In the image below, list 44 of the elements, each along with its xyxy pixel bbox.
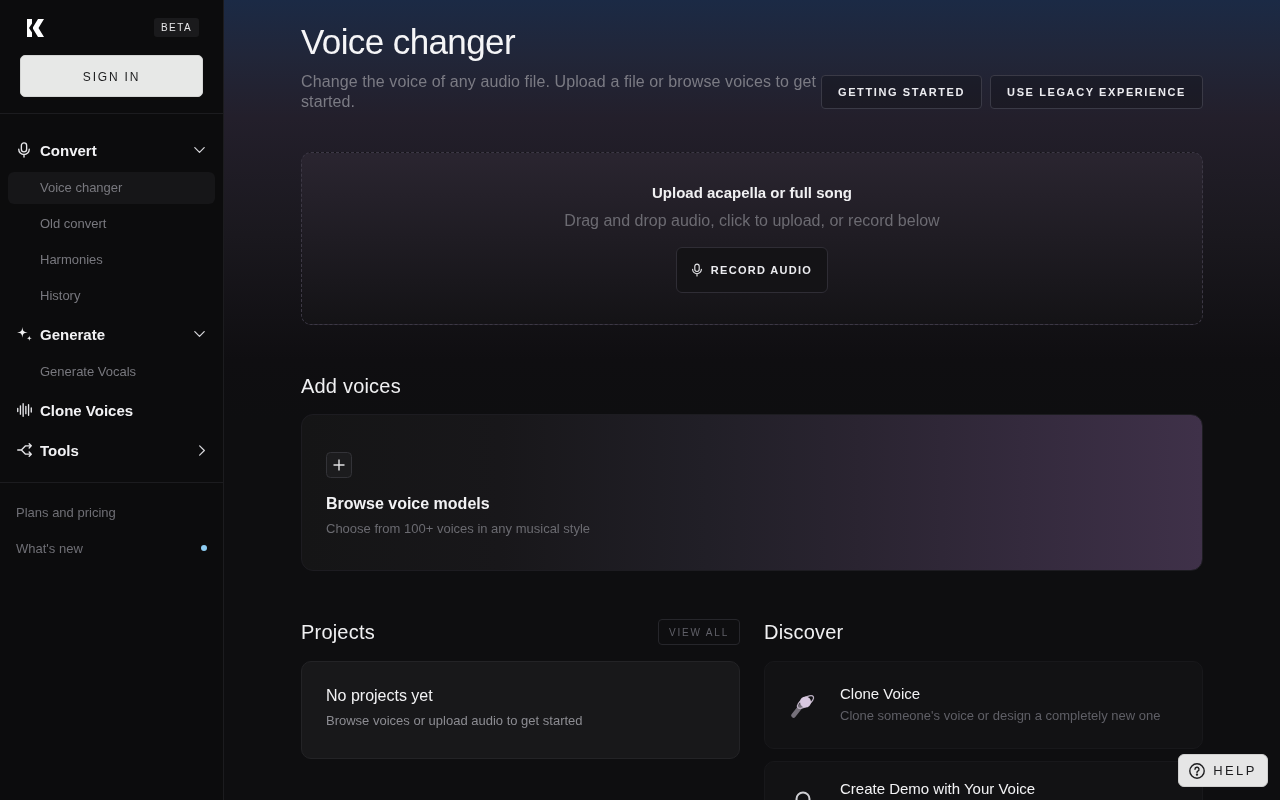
plus-icon bbox=[326, 452, 352, 478]
section-heading: Discover bbox=[764, 620, 844, 644]
waveform-icon bbox=[16, 403, 32, 417]
page-title: Voice changer bbox=[301, 21, 517, 63]
nav-group-toggle[interactable]: Tools bbox=[8, 430, 215, 470]
discover-card[interactable]: Create Demo with Your Voice bbox=[764, 761, 1203, 800]
sidebar-link[interactable]: What's new bbox=[16, 530, 207, 566]
sidebar-link[interactable]: Plans and pricing bbox=[16, 494, 207, 530]
upload-dropzone[interactable]: Upload acapella or full song Drag and drop audio, click to upload, or record below RECORD AUDIO bbox=[301, 152, 1203, 325]
browse-voices-card[interactable]: Browse voice models Choose from 100+ voices in any musical style bbox=[301, 414, 1203, 571]
discover-card[interactable]: Clone Voice Clone someone's voice or design a completely new one bbox=[764, 661, 1203, 749]
getting-started-button[interactable]: GETTING STARTED bbox=[821, 75, 983, 109]
card-description: Choose from 100+ voices in any musical style bbox=[326, 520, 592, 538]
nav-item[interactable]: Voice changer bbox=[8, 172, 215, 204]
section-heading: Add voices bbox=[301, 374, 402, 398]
nav-item[interactable]: Old convert bbox=[8, 208, 215, 240]
nav-group-toggle[interactable]: Convert bbox=[8, 130, 215, 170]
nav-group-toggle[interactable]: Generate bbox=[8, 314, 215, 354]
microphone-icon bbox=[691, 263, 702, 277]
empty-state-description: Browse voices or upload audio to get started bbox=[326, 712, 584, 730]
empty-state-title: No projects yet bbox=[326, 686, 434, 706]
legacy-experience-button[interactable]: USE LEGACY EXPERIENCE bbox=[990, 75, 1203, 109]
upload-title: Upload acapella or full song bbox=[651, 183, 852, 203]
nav-link[interactable]: Clone Voices bbox=[8, 390, 215, 430]
help-icon bbox=[1189, 762, 1206, 779]
microphone-icon bbox=[18, 142, 30, 158]
nav-item[interactable]: Generate Vocals bbox=[8, 356, 215, 388]
card-title: Clone Voice bbox=[840, 684, 922, 704]
section-heading: Projects bbox=[301, 620, 375, 644]
card-title: Browse voice models bbox=[326, 494, 491, 514]
record-audio-button[interactable]: RECORD AUDIO bbox=[675, 247, 829, 293]
page-subtitle: Change the voice of any audio file. Upload a file or browse voices to get started. bbox=[301, 72, 818, 112]
sparkles-icon bbox=[16, 327, 32, 341]
beta-badge: BETA bbox=[154, 18, 199, 37]
branch-arrows-icon bbox=[16, 443, 32, 457]
card-description: Clone someone's voice or design a completely new one bbox=[840, 707, 1161, 725]
sign-in-button[interactable]: SIGN IN bbox=[20, 55, 203, 97]
microphone-icon bbox=[790, 692, 816, 718]
card-title: Create Demo with Your Voice bbox=[840, 779, 1036, 799]
nav-item[interactable]: History bbox=[8, 280, 215, 312]
upload-hint: Drag and drop audio, click to upload, or record below bbox=[564, 211, 940, 231]
nav-item[interactable]: Harmonies bbox=[8, 244, 215, 276]
help-button[interactable]: HELP bbox=[1178, 754, 1268, 787]
logo-icon[interactable] bbox=[27, 18, 45, 37]
